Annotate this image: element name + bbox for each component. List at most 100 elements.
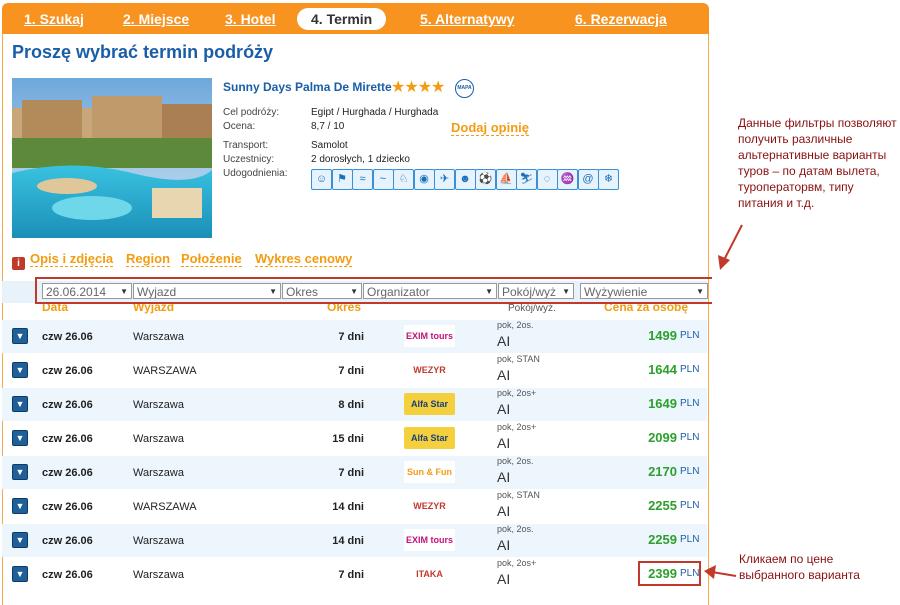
offer-board: AI <box>497 503 511 519</box>
expand-checkbox-icon[interactable]: ▼ <box>12 532 28 548</box>
offer-price[interactable]: 2259 <box>630 532 677 547</box>
offer-duration: 7 dni <box>338 331 364 343</box>
offer-departure: Warszawa <box>133 467 184 479</box>
tab-termin[interactable]: 4. Termin <box>297 8 387 30</box>
offer-duration: 14 dni <box>332 501 364 513</box>
offer-duration: 7 dni <box>338 467 364 479</box>
filters-highlight-box <box>35 277 712 304</box>
offer-duration: 8 dni <box>338 399 364 411</box>
offer-price[interactable]: 1644 <box>630 362 677 377</box>
offer-room: pok, STAN <box>497 490 540 500</box>
windsurf-icon: ⛵ <box>495 169 517 190</box>
offer-currency: PLN <box>680 330 700 341</box>
offer-departure: Warszawa <box>133 399 184 411</box>
expand-checkbox-icon[interactable]: ▼ <box>12 498 28 514</box>
offer-departure: WARSZAWA <box>133 501 197 513</box>
air-conditioning-icon: ❄ <box>598 169 619 190</box>
map-icon[interactable]: MAPA <box>455 79 474 98</box>
beach-icon: ≈ <box>352 169 373 190</box>
offer-row[interactable]: ▼ czw 26.06 Warszawa 14 dni EXIM tours pok, 2… <box>2 524 707 557</box>
offer-row[interactable]: ▼ czw 26.06 Warszawa 15 dni Alfa Star pok, 2o… <box>2 422 707 455</box>
tennis-icon: ⚑ <box>331 169 353 190</box>
offer-departure: Warszawa <box>133 331 184 343</box>
link-price-chart[interactable]: Wykres cenowy <box>255 251 353 267</box>
hotel-stars: ★★★★ <box>391 79 445 96</box>
offer-board: AI <box>497 469 511 485</box>
tab-hotel[interactable]: 3. Hotel <box>225 8 276 30</box>
tab-szukaj[interactable]: 1. Szukaj <box>24 8 84 30</box>
offer-room: pok, 2os+ <box>497 558 537 568</box>
expand-checkbox-icon[interactable]: ▼ <box>12 464 28 480</box>
offer-currency: PLN <box>680 466 700 477</box>
offer-room: pok, 2os. <box>497 456 534 466</box>
diving-icon: ◌ <box>536 169 558 190</box>
tab-alternatywy[interactable]: 5. Alternatywy <box>420 8 514 30</box>
offer-board: AI <box>497 401 511 417</box>
offer-currency: PLN <box>680 398 700 409</box>
detail-label-amenities: Udogodnienia: <box>223 168 288 179</box>
detail-value-destination: Egipt / Hurghada / Hurghada <box>311 107 439 118</box>
detail-label-rating: Ocena: <box>223 121 256 132</box>
expand-checkbox-icon[interactable]: ▼ <box>12 430 28 446</box>
hotel-photo[interactable] <box>12 78 212 238</box>
organizer-logo: EXIM tours <box>404 529 455 551</box>
offer-date: czw 26.06 <box>42 501 93 513</box>
link-region[interactable]: Region <box>126 251 171 267</box>
offer-row[interactable]: ▼ czw 26.06 Warszawa 7 dni ITAKA pok, 2os+ AI 2… <box>2 558 707 591</box>
offer-price[interactable]: 2255 <box>630 498 677 513</box>
offer-date: czw 26.06 <box>42 331 93 343</box>
offer-row[interactable]: ▼ czw 26.06 Warszawa 7 dni Sun & Fun pok, 2os… <box>2 456 707 489</box>
offer-row[interactable]: ▼ czw 26.06 WARSZAWA 7 dni WEZYR pok, STAN AI 1… <box>2 354 707 387</box>
offer-price[interactable]: 1649 <box>630 396 677 411</box>
offer-departure: WARSZAWA <box>133 365 197 377</box>
offer-room: pok, 2os. <box>497 524 534 534</box>
organizer-logo: WEZYR <box>404 359 455 381</box>
booking-app: 1. Szukaj 2. Miejsce 3. Hotel 4. Termin … <box>0 0 712 605</box>
surf-icon: ♒ <box>557 169 578 190</box>
expand-checkbox-icon[interactable]: ▼ <box>12 566 28 582</box>
tab-rezerwacja[interactable]: 6. Rezerwacja <box>575 8 667 30</box>
offer-currency: PLN <box>680 534 700 545</box>
organizer-logo: WEZYR <box>404 495 455 517</box>
tab-miejsce[interactable]: 2. Miejsce <box>123 8 189 30</box>
offer-duration: 7 dni <box>338 365 364 377</box>
link-location[interactable]: Położenie <box>181 251 242 267</box>
filters-arrow-icon <box>718 224 743 270</box>
detail-value-transport: Samolot <box>311 140 348 151</box>
offer-room: pok, 2os. <box>497 320 534 330</box>
offer-board: AI <box>497 435 511 451</box>
expand-checkbox-icon[interactable]: ▼ <box>12 362 28 378</box>
hotel-name[interactable]: Sunny Days Palma De Mirette <box>223 80 392 94</box>
plane-icon: ✈ <box>434 169 455 190</box>
offer-price[interactable]: 1499 <box>630 328 677 343</box>
offer-departure: Warszawa <box>133 569 184 581</box>
family-icon: ☺ <box>311 169 332 190</box>
kids-club-icon: ◉ <box>413 169 435 190</box>
offer-board: AI <box>497 367 511 383</box>
playground-icon: ♘ <box>393 169 414 190</box>
expand-checkbox-icon[interactable]: ▼ <box>12 328 28 344</box>
offer-row[interactable]: ▼ czw 26.06 Warszawa 7 dni EXIM tours pok, 2o… <box>2 320 707 353</box>
offer-board: AI <box>497 571 511 587</box>
offer-date: czw 26.06 <box>42 365 93 377</box>
detail-label-transport: Transport: <box>223 140 269 151</box>
offer-date: czw 26.06 <box>42 535 93 547</box>
offer-row[interactable]: ▼ czw 26.06 Warszawa 8 dni Alfa Star pok, 2os… <box>2 388 707 421</box>
offer-duration: 7 dni <box>338 569 364 581</box>
organizer-logo: EXIM tours <box>404 325 455 347</box>
offer-price[interactable]: 2170 <box>630 464 677 479</box>
detail-label-destination: Cel podróży: <box>223 107 280 118</box>
price-highlight-box <box>638 561 701 586</box>
offer-price[interactable]: 2099 <box>630 430 677 445</box>
info-icon: i <box>12 257 25 270</box>
offer-currency: PLN <box>680 500 700 511</box>
page-title: Proszę wybrać termin podróży <box>12 42 274 62</box>
col-header-room: Pokój/wyż. <box>508 303 556 314</box>
offer-date: czw 26.06 <box>42 467 93 479</box>
link-description-photos[interactable]: Opis i zdjęcia <box>30 251 114 267</box>
expand-checkbox-icon[interactable]: ▼ <box>12 396 28 412</box>
add-review-link[interactable]: Dodaj opinię <box>451 120 529 136</box>
organizer-logo: Sun & Fun <box>404 461 455 483</box>
offer-row[interactable]: ▼ czw 26.06 WARSZAWA 14 dni WEZYR pok, STAN AI… <box>2 490 707 523</box>
organizer-logo: Alfa Star <box>404 393 455 415</box>
